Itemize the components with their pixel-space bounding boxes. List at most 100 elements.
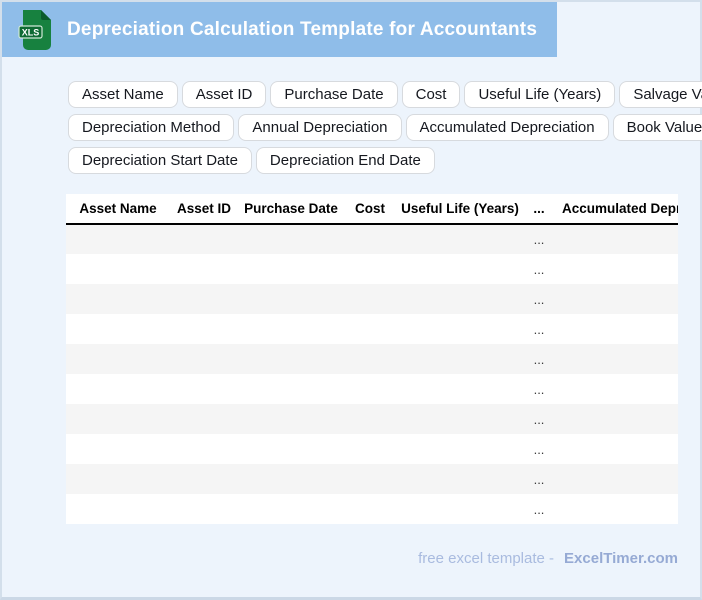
chip-depreciation-start-date[interactable]: Depreciation Start Date — [68, 147, 252, 174]
table-cell-ellipsis: ... — [533, 471, 545, 487]
footer-text: free excel template - — [418, 550, 555, 567]
table-cell — [396, 344, 524, 374]
chip-useful-life[interactable]: Useful Life (Years) — [464, 81, 616, 108]
table-cell — [554, 374, 678, 404]
table-cell-ellipsis: ... — [533, 321, 545, 337]
table-cell — [170, 314, 238, 344]
table-cell-ellipsis: ... — [533, 411, 545, 427]
table-cell — [554, 404, 678, 434]
table-cell — [396, 314, 524, 344]
table-cell — [344, 254, 396, 284]
table-cell — [66, 314, 170, 344]
table-cell — [66, 224, 170, 254]
table-cell — [170, 344, 238, 374]
table-cell — [344, 374, 396, 404]
table-cell — [396, 284, 524, 314]
table-cell — [554, 284, 678, 314]
table-cell — [170, 284, 238, 314]
table-row: ... — [66, 314, 678, 344]
field-chip-list: Asset Name Asset ID Purchase Date Cost U… — [68, 81, 702, 174]
footer: free excel template - ExcelTimer.com — [66, 550, 678, 567]
table-cell — [554, 494, 678, 524]
chip-depreciation-end-date[interactable]: Depreciation End Date — [255, 147, 435, 174]
table-row: ... — [66, 374, 678, 404]
table-cell — [238, 254, 344, 284]
table-cell-ellipsis: ... — [533, 351, 545, 367]
table-cell — [66, 344, 170, 374]
table-row: ... — [66, 494, 678, 524]
table-cell — [396, 254, 524, 284]
column-header-cost: Cost — [344, 194, 396, 225]
table-cell-ellipsis: ... — [533, 291, 545, 307]
table-cell — [170, 224, 238, 254]
table-cell — [170, 494, 238, 524]
table-cell — [344, 344, 396, 374]
table-cell — [344, 404, 396, 434]
table-cell — [344, 314, 396, 344]
table-cell — [170, 374, 238, 404]
chip-row: Depreciation Start Date Depreciation End… — [68, 147, 700, 174]
column-header-asset-name: Asset Name — [66, 194, 170, 225]
table-row: ... — [66, 434, 678, 464]
column-header-useful-life: Useful Life (Years) — [396, 194, 524, 225]
column-header-accumulated-depreciation: Accumulated Depreciation — [554, 194, 678, 225]
chip-row: Depreciation Method Annual Depreciation … — [68, 114, 702, 141]
table-cell-ellipsis: ... — [533, 441, 545, 457]
table-cell — [344, 464, 396, 494]
table-row: ... — [66, 284, 678, 314]
column-header-asset-id: Asset ID — [170, 194, 238, 225]
table-cell-ellipsis: ... — [533, 261, 545, 277]
table-cell — [554, 344, 678, 374]
table-cell — [396, 464, 524, 494]
table-cell — [66, 284, 170, 314]
table-row: ... — [66, 344, 678, 374]
chip-asset-name[interactable]: Asset Name — [68, 81, 178, 108]
table-cell — [170, 464, 238, 494]
table-cell — [396, 404, 524, 434]
table-cell — [238, 434, 344, 464]
footer-brand-link[interactable]: ExcelTimer.com — [564, 550, 678, 567]
chip-purchase-date[interactable]: Purchase Date — [270, 81, 398, 108]
table-cell — [344, 494, 396, 524]
table-header-row: Asset Name Asset ID Purchase Date Cost U… — [66, 194, 678, 225]
table-cell — [66, 494, 170, 524]
table-cell — [554, 254, 678, 284]
table-cell — [66, 464, 170, 494]
table-cell — [238, 464, 344, 494]
table-cell — [66, 374, 170, 404]
chip-salvage-value[interactable]: Salvage Value — [619, 81, 702, 108]
chip-asset-id[interactable]: Asset ID — [181, 81, 267, 108]
table-cell — [238, 404, 344, 434]
chip-book-value[interactable]: Book Value — [612, 114, 702, 141]
table-cell — [238, 224, 344, 254]
table-cell — [66, 254, 170, 284]
table-cell — [344, 284, 396, 314]
table-cell — [170, 434, 238, 464]
table-cell-ellipsis: ... — [533, 232, 545, 247]
table-cell — [238, 284, 344, 314]
table-row: ... — [66, 464, 678, 494]
table-cell — [66, 404, 170, 434]
chip-annual-depreciation[interactable]: Annual Depreciation — [238, 114, 402, 141]
table-cell — [554, 224, 678, 254]
table-cell — [238, 314, 344, 344]
table-cell-ellipsis: ... — [533, 381, 545, 397]
table-cell — [554, 314, 678, 344]
chip-depreciation-method[interactable]: Depreciation Method — [68, 114, 235, 141]
table-cell — [238, 494, 344, 524]
table-cell — [396, 374, 524, 404]
table-cell-ellipsis: ... — [533, 501, 545, 517]
chip-accumulated-depreciation[interactable]: Accumulated Depreciation — [405, 114, 609, 141]
table-cell — [554, 464, 678, 494]
table-cell — [396, 224, 524, 254]
chip-cost[interactable]: Cost — [401, 81, 461, 108]
table-cell — [554, 434, 678, 464]
table-cell — [344, 434, 396, 464]
column-header-purchase-date: Purchase Date — [238, 194, 344, 225]
table-cell — [66, 434, 170, 464]
header-band: XLS Depreciation Calculation Template fo… — [2, 2, 557, 57]
table-row: ... — [66, 224, 678, 254]
xls-icon-label: XLS — [22, 27, 40, 37]
table-cell — [396, 494, 524, 524]
page-title: Depreciation Calculation Template for Ac… — [67, 18, 538, 40]
